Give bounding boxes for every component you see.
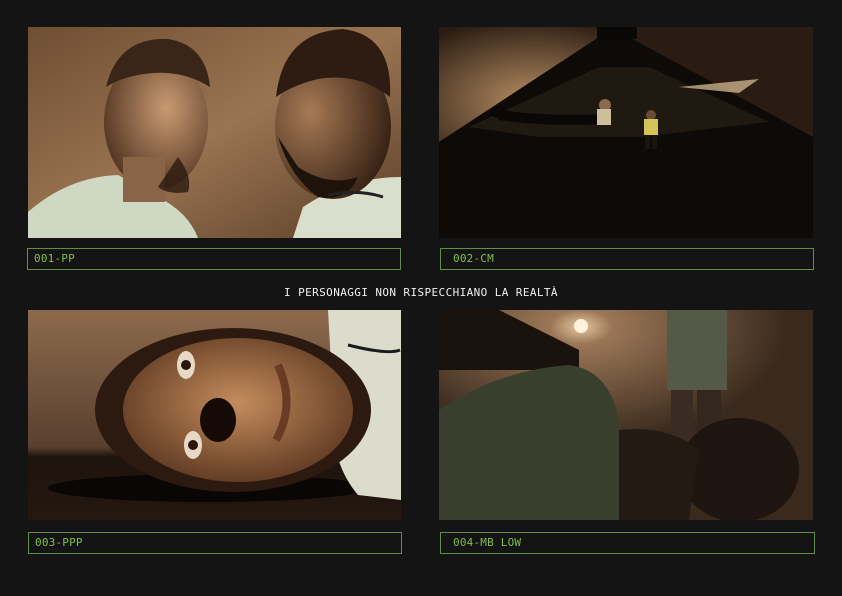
frame-004-image xyxy=(439,310,813,520)
storyboard-frame-002 xyxy=(439,27,813,238)
shot-label-002: 002-CM xyxy=(440,248,814,270)
shot-label-001: 001-PP xyxy=(27,248,401,270)
frame-002-image xyxy=(439,27,813,238)
frame-001-image xyxy=(28,27,401,238)
storyboard-frame-001 xyxy=(28,27,401,238)
frame-003-image xyxy=(28,310,401,520)
storyboard-frame-004 xyxy=(439,310,813,520)
shot-label-003: 003-PPP xyxy=(28,532,402,554)
storyboard-caption: I PERSONAGGI NON RISPECCHIANO LA REALTÀ xyxy=(284,286,558,299)
shot-label-004: 004-MB LOW xyxy=(440,532,815,554)
storyboard-frame-003 xyxy=(28,310,401,520)
